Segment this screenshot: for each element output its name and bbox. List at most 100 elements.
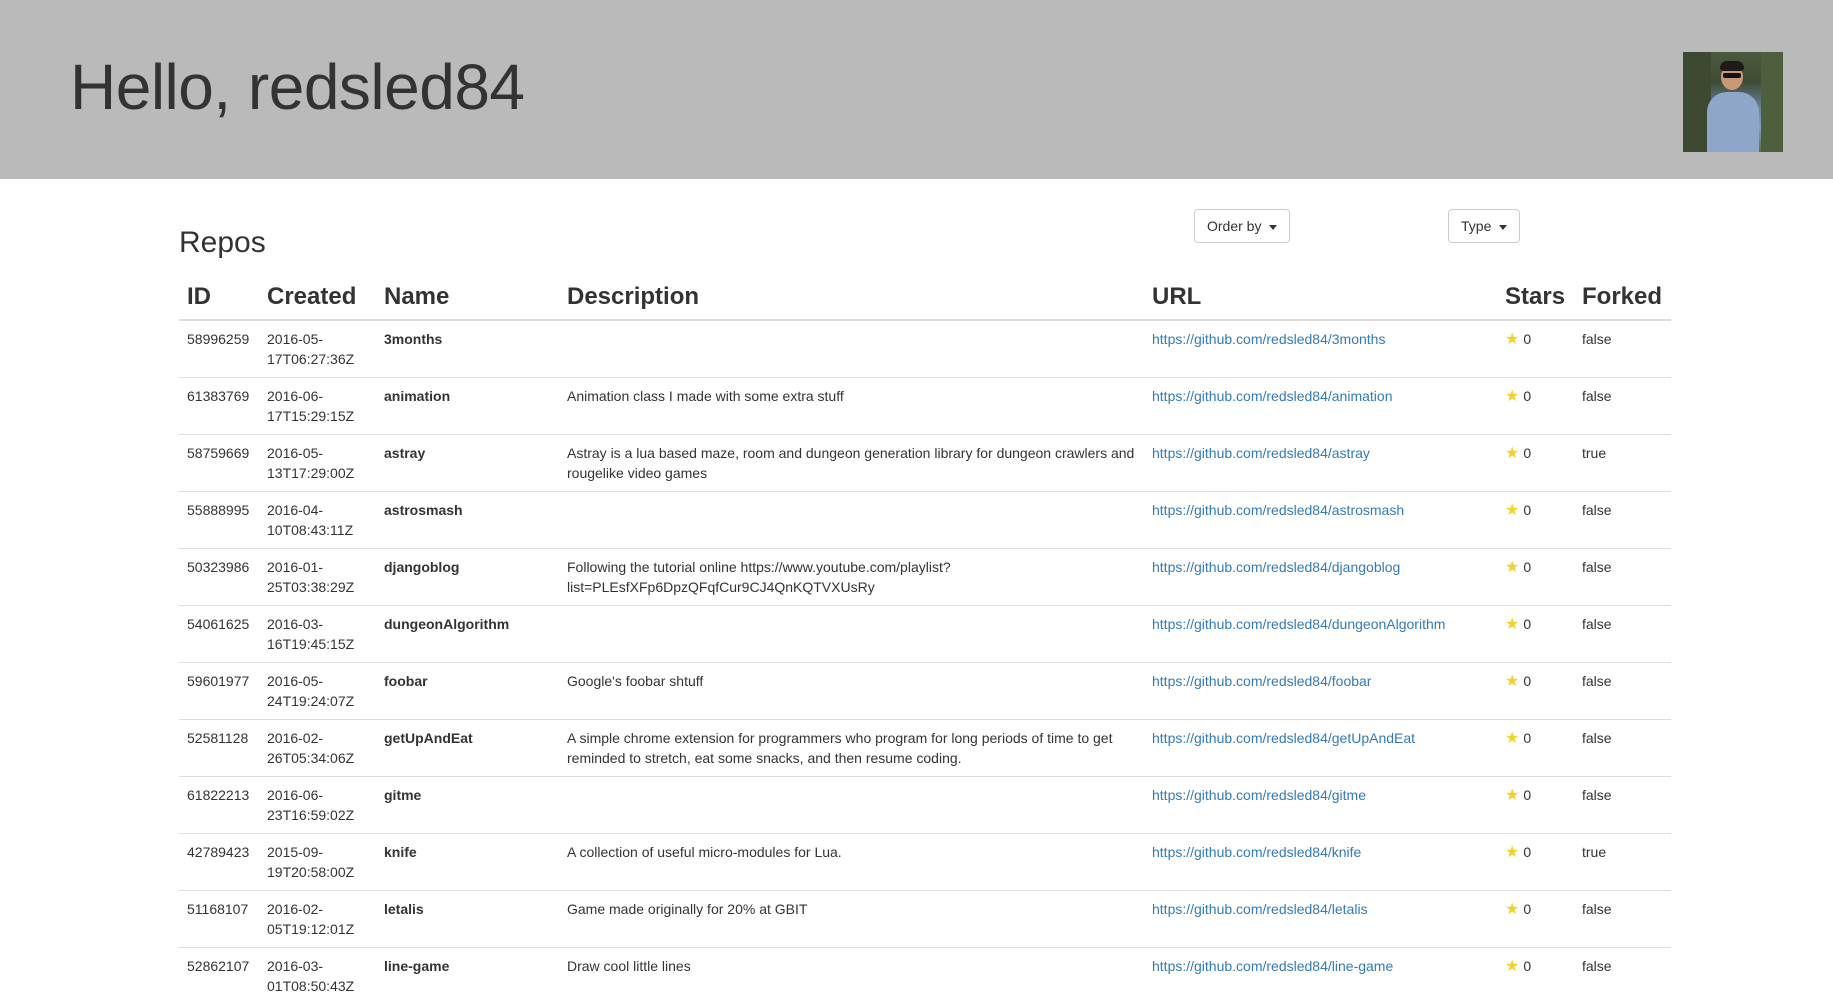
cell-stars: ★ 0	[1497, 491, 1574, 549]
table-row[interactable]: 42789423 2015-09-19T20:58:00Z knife A colle…	[179, 833, 1671, 891]
table-row[interactable]: 50323986 2016-01-25T03:38:29Z djangoblog Fo…	[179, 548, 1671, 606]
star-count: 0	[1523, 901, 1532, 917]
cell-stars: ★ 0	[1497, 890, 1574, 948]
section-title: Repos	[179, 226, 266, 259]
cell-forked: true	[1574, 434, 1671, 492]
cell-created: 2015-09-19T20:58:00Z	[259, 833, 376, 891]
cell-url: https://github.com/redsled84/dungeonAlgo…	[1144, 605, 1497, 663]
cell-id: 42789423	[179, 833, 259, 891]
cell-name: getUpAndEat	[376, 719, 559, 777]
repo-link[interactable]: https://github.com/redsled84/astray	[1152, 445, 1370, 461]
star-icon: ★	[1505, 787, 1520, 804]
star-count: 0	[1523, 673, 1532, 689]
cell-stars: ★ 0	[1497, 548, 1574, 606]
cell-name: knife	[376, 833, 559, 891]
star-count: 0	[1523, 388, 1532, 404]
order-by-label: Order by	[1207, 218, 1262, 234]
cell-url: https://github.com/redsled84/knife	[1144, 833, 1497, 891]
cell-forked: false	[1574, 605, 1671, 663]
column-header-name[interactable]: Name	[376, 271, 559, 321]
cell-forked: false	[1574, 890, 1671, 948]
cell-created: 2016-03-16T19:45:15Z	[259, 605, 376, 663]
avatar[interactable]	[1683, 52, 1783, 152]
header-banner: Hello, redsled84	[0, 0, 1833, 179]
repo-link[interactable]: https://github.com/redsled84/getUpAndEat	[1152, 730, 1415, 746]
cell-name: letalis	[376, 890, 559, 948]
table-row[interactable]: 58996259 2016-05-17T06:27:36Z 3months https…	[179, 319, 1671, 378]
repo-link[interactable]: https://github.com/redsled84/foobar	[1152, 673, 1371, 689]
cell-created: 2016-02-26T05:34:06Z	[259, 719, 376, 777]
repo-link[interactable]: https://github.com/redsled84/3months	[1152, 331, 1385, 347]
cell-id: 54061625	[179, 605, 259, 663]
cell-forked: false	[1574, 377, 1671, 435]
cell-id: 52581128	[179, 719, 259, 777]
repo-link[interactable]: https://github.com/redsled84/dungeonAlgo…	[1152, 616, 1445, 632]
star-icon: ★	[1505, 673, 1520, 690]
order-by-dropdown-button[interactable]: Order by	[1194, 209, 1291, 243]
column-header-stars[interactable]: Stars	[1497, 271, 1574, 321]
repo-link[interactable]: https://github.com/redsled84/knife	[1152, 844, 1361, 860]
column-header-url[interactable]: URL	[1144, 271, 1497, 321]
cell-created: 2016-05-17T06:27:36Z	[259, 319, 376, 378]
cell-name: line-game	[376, 947, 559, 1005]
cell-name: foobar	[376, 662, 559, 720]
star-count: 0	[1523, 958, 1532, 974]
type-dropdown-button[interactable]: Type	[1448, 209, 1521, 243]
cell-description: A collection of useful micro-modules for…	[559, 833, 1144, 891]
greeting-title: Hello, redsled84	[70, 51, 525, 123]
cell-name: astrosmash	[376, 491, 559, 549]
cell-url: https://github.com/redsled84/djangoblog	[1144, 548, 1497, 606]
cell-description: Game made originally for 20% at GBIT	[559, 890, 1144, 948]
cell-stars: ★ 0	[1497, 833, 1574, 891]
avatar-sunglasses	[1723, 73, 1741, 78]
cell-forked: false	[1574, 491, 1671, 549]
column-header-forked[interactable]: Forked	[1574, 271, 1671, 321]
cell-description	[559, 776, 1144, 834]
repo-toolbar: Order by Type	[179, 209, 1671, 243]
cell-name: animation	[376, 377, 559, 435]
cell-forked: false	[1574, 776, 1671, 834]
cell-stars: ★ 0	[1497, 605, 1574, 663]
cell-name: djangoblog	[376, 548, 559, 606]
cell-id: 50323986	[179, 548, 259, 606]
cell-forked: false	[1574, 548, 1671, 606]
column-header-description[interactable]: Description	[559, 271, 1144, 321]
column-header-created[interactable]: Created	[259, 271, 376, 321]
repo-link[interactable]: https://github.com/redsled84/gitme	[1152, 787, 1366, 803]
cell-created: 2016-05-13T17:29:00Z	[259, 434, 376, 492]
table-row[interactable]: 55888995 2016-04-10T08:43:11Z astrosmash ht…	[179, 491, 1671, 549]
avatar-hair	[1720, 61, 1744, 71]
table-row[interactable]: 54061625 2016-03-16T19:45:15Z dungeonAlgor…	[179, 605, 1671, 663]
column-header-id[interactable]: ID	[179, 271, 259, 321]
table-row[interactable]: 61383769 2016-06-17T15:29:15Z animation Ani…	[179, 377, 1671, 435]
table-row[interactable]: 61822213 2016-06-23T16:59:02Z gitme https:/…	[179, 776, 1671, 834]
cell-url: https://github.com/redsled84/gitme	[1144, 776, 1497, 834]
cell-id: 61822213	[179, 776, 259, 834]
table-row[interactable]: 51168107 2016-02-05T19:12:01Z letalis Game …	[179, 890, 1671, 948]
table-row[interactable]: 58759669 2016-05-13T17:29:00Z astray Astray…	[179, 434, 1671, 492]
repo-link[interactable]: https://github.com/redsled84/djangoblog	[1152, 559, 1400, 575]
table-row[interactable]: 52581128 2016-02-26T05:34:06Z getUpAndEat A…	[179, 719, 1671, 777]
cell-stars: ★ 0	[1497, 662, 1574, 720]
cell-description	[559, 491, 1144, 549]
cell-created: 2016-02-05T19:12:01Z	[259, 890, 376, 948]
repo-link[interactable]: https://github.com/redsled84/animation	[1152, 388, 1392, 404]
cell-name: dungeonAlgorithm	[376, 605, 559, 663]
repo-link[interactable]: https://github.com/redsled84/letalis	[1152, 901, 1368, 917]
cell-name: astray	[376, 434, 559, 492]
repo-link[interactable]: https://github.com/redsled84/astrosmash	[1152, 502, 1404, 518]
cell-id: 52862107	[179, 947, 259, 1005]
star-count: 0	[1523, 616, 1532, 632]
cell-url: https://github.com/redsled84/astray	[1144, 434, 1497, 492]
table-row[interactable]: 59601977 2016-05-24T19:24:07Z foobar Google…	[179, 662, 1671, 720]
table-row[interactable]: 52862107 2016-03-01T08:50:43Z line-game Dra…	[179, 947, 1671, 1005]
star-count: 0	[1523, 559, 1532, 575]
cell-stars: ★ 0	[1497, 434, 1574, 492]
cell-stars: ★ 0	[1497, 719, 1574, 777]
cell-url: https://github.com/redsled84/line-game	[1144, 947, 1497, 1005]
repo-link[interactable]: https://github.com/redsled84/line-game	[1152, 958, 1393, 974]
cell-description	[559, 605, 1144, 663]
cell-forked: false	[1574, 662, 1671, 720]
cell-forked: true	[1574, 833, 1671, 891]
cell-name: 3months	[376, 319, 559, 378]
